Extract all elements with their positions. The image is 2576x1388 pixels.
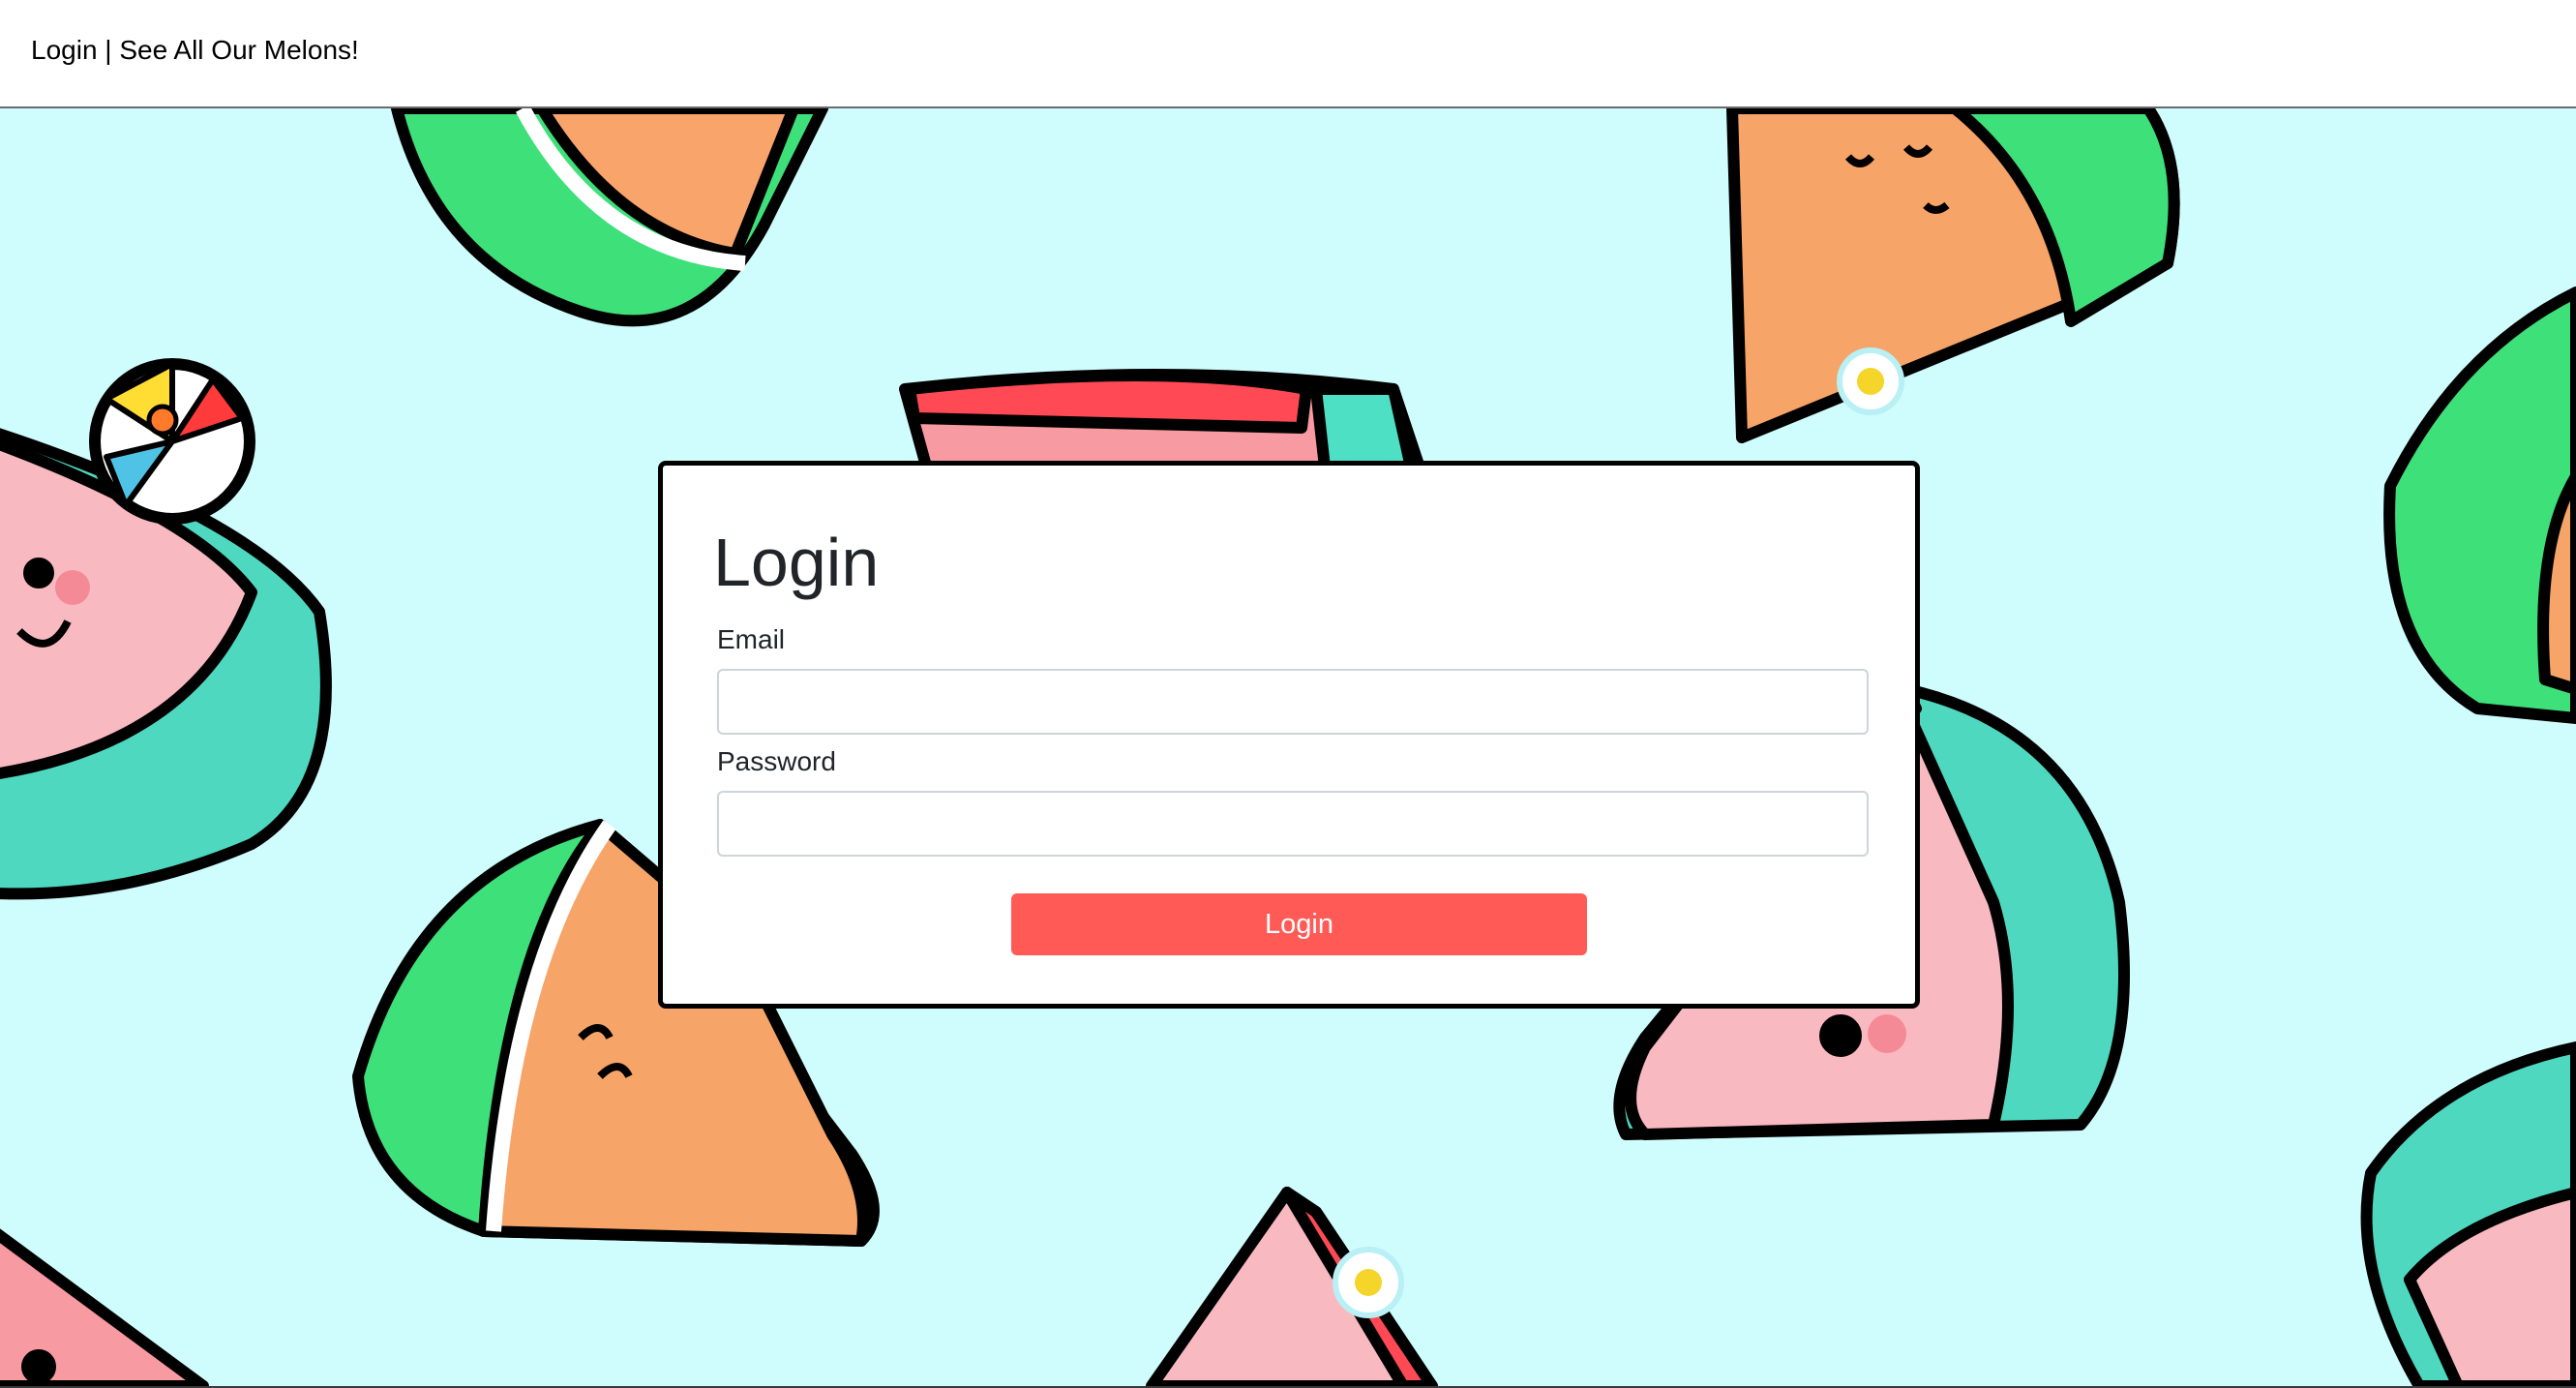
email-field[interactable] [717, 669, 1869, 735]
password-field[interactable] [717, 791, 1869, 857]
melon-slice-bottom-left-corner [0, 1228, 209, 1386]
nav-title-link[interactable]: Login | See All Our Melons! [31, 35, 359, 66]
melon-slice-bottom-center [1146, 1187, 1438, 1386]
login-card: Login Email Password Login [658, 461, 1920, 1009]
melon-slice-right-edge [2383, 287, 2576, 724]
melon-slice-top-right [1726, 108, 2180, 443]
login-heading: Login [713, 525, 880, 600]
melon-slice-top-left [391, 108, 828, 327]
email-label: Email [717, 624, 786, 654]
password-label: Password [717, 746, 836, 776]
melon-slice-left-pink [0, 358, 332, 900]
melon-slice-bottom-right [2360, 1041, 2576, 1386]
login-button[interactable]: Login [1011, 893, 1587, 955]
top-navbar: Login | See All Our Melons! [0, 0, 2576, 108]
